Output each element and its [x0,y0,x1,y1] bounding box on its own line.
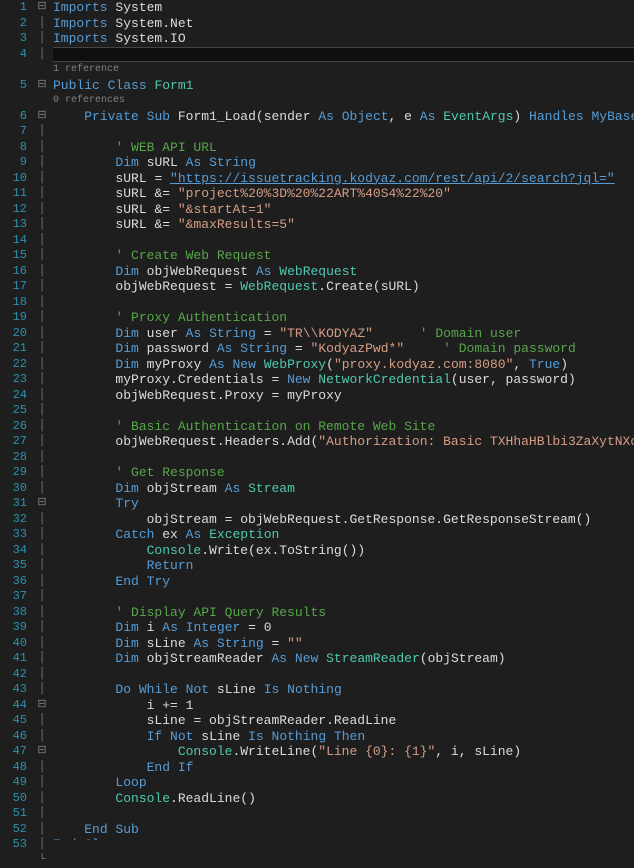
code-line: Console.ReadLine() [53,791,634,807]
code-line: Dim sLine As String = "" [53,636,634,652]
code-line: Dim user As String = "TR\\KODYAZ" ' Doma… [53,326,634,342]
code-editor[interactable]: Imports System Imports System.Net Import… [49,0,634,840]
code-line: objWebRequest.Headers.Add("Authorization… [53,434,634,450]
code-line: ' WEB API URL [53,140,634,156]
code-line: sURL = "https://issuetracking.kodyaz.com… [53,171,634,187]
code-line: ' Get Response [53,465,634,481]
fold-toggle-icon[interactable]: ⊟ [35,109,49,125]
code-line: Imports System [53,0,634,16]
fold-toggle-icon[interactable]: ⊟ [35,744,49,760]
code-line: Console.WriteLine("Line {0}: {1}", i, sL… [53,744,634,760]
codelens-references[interactable]: 1 reference [53,62,634,78]
fold-toggle-icon[interactable]: ⊟ [35,698,49,714]
code-line: sURL &= "&startAt=1" [53,202,634,218]
code-line: If Not sLine Is Nothing Then [53,729,634,745]
code-line: Dim objWebRequest As WebRequest [53,264,634,280]
code-line: Dim i As Integer = 0 [53,620,634,636]
code-line: Dim objStreamReader As New StreamReader(… [53,651,634,667]
code-line: Loop [53,775,634,791]
code-line: objWebRequest.Proxy = myProxy [53,388,634,404]
code-line: ' Display API Query Results [53,605,634,621]
code-line: Private Sub Form1_Load(sender As Object,… [53,109,634,125]
code-line: Dim sURL As String [53,155,634,171]
fold-toggle-icon[interactable]: ⊟ [35,496,49,512]
fold-toggle-icon[interactable]: ⊟ [35,78,49,94]
code-line: objStream = objWebRequest.GetResponse.Ge… [53,512,634,528]
code-line: ' Create Web Request [53,248,634,264]
code-line: sLine = objStreamReader.ReadLine [53,713,634,729]
code-line: Do While Not sLine Is Nothing [53,682,634,698]
code-line: sURL &= "project%20%3D%20%22ART%40S4%22%… [53,186,634,202]
code-line: sURL &= "&maxResults=5" [53,217,634,233]
fold-gutter[interactable]: ⊟ │││ ⊟ ⊟ ││││││││││││││││││││││││ ⊟ │││… [35,0,49,840]
code-line: Imports System.IO [53,31,634,47]
code-line: ' Basic Authentication on Remote Web Sit… [53,419,634,435]
code-line: Return [53,558,634,574]
line-number-gutter: 1 2 3 4 5 6 7 8 9 10 11 12 13 14 15 16 1… [0,0,35,840]
code-line: Dim objStream As Stream [53,481,634,497]
current-line[interactable] [53,47,634,63]
code-line: Dim myProxy As New WebProxy("proxy.kodya… [53,357,634,373]
fold-toggle-icon[interactable]: ⊟ [35,0,49,16]
code-line: i += 1 [53,698,634,714]
code-line: objWebRequest = WebRequest.Create(sURL) [53,279,634,295]
code-line: Console.Write(ex.ToString()) [53,543,634,559]
code-line: End Try [53,574,634,590]
code-line: Public Class Form1 [53,78,634,94]
code-line: End Sub [53,822,634,838]
codelens-references[interactable]: 0 references [53,93,634,109]
code-line: Try [53,496,634,512]
code-line: ' Proxy Authentication [53,310,634,326]
code-line: Imports System.Net [53,16,634,32]
code-line: Catch ex As Exception [53,527,634,543]
code-line: End If [53,760,634,776]
code-line: myProxy.Credentials = New NetworkCredent… [53,372,634,388]
code-line: Dim password As String = "KodyazPwd*" ' … [53,341,634,357]
fold-end-icon: └ [35,853,49,868]
